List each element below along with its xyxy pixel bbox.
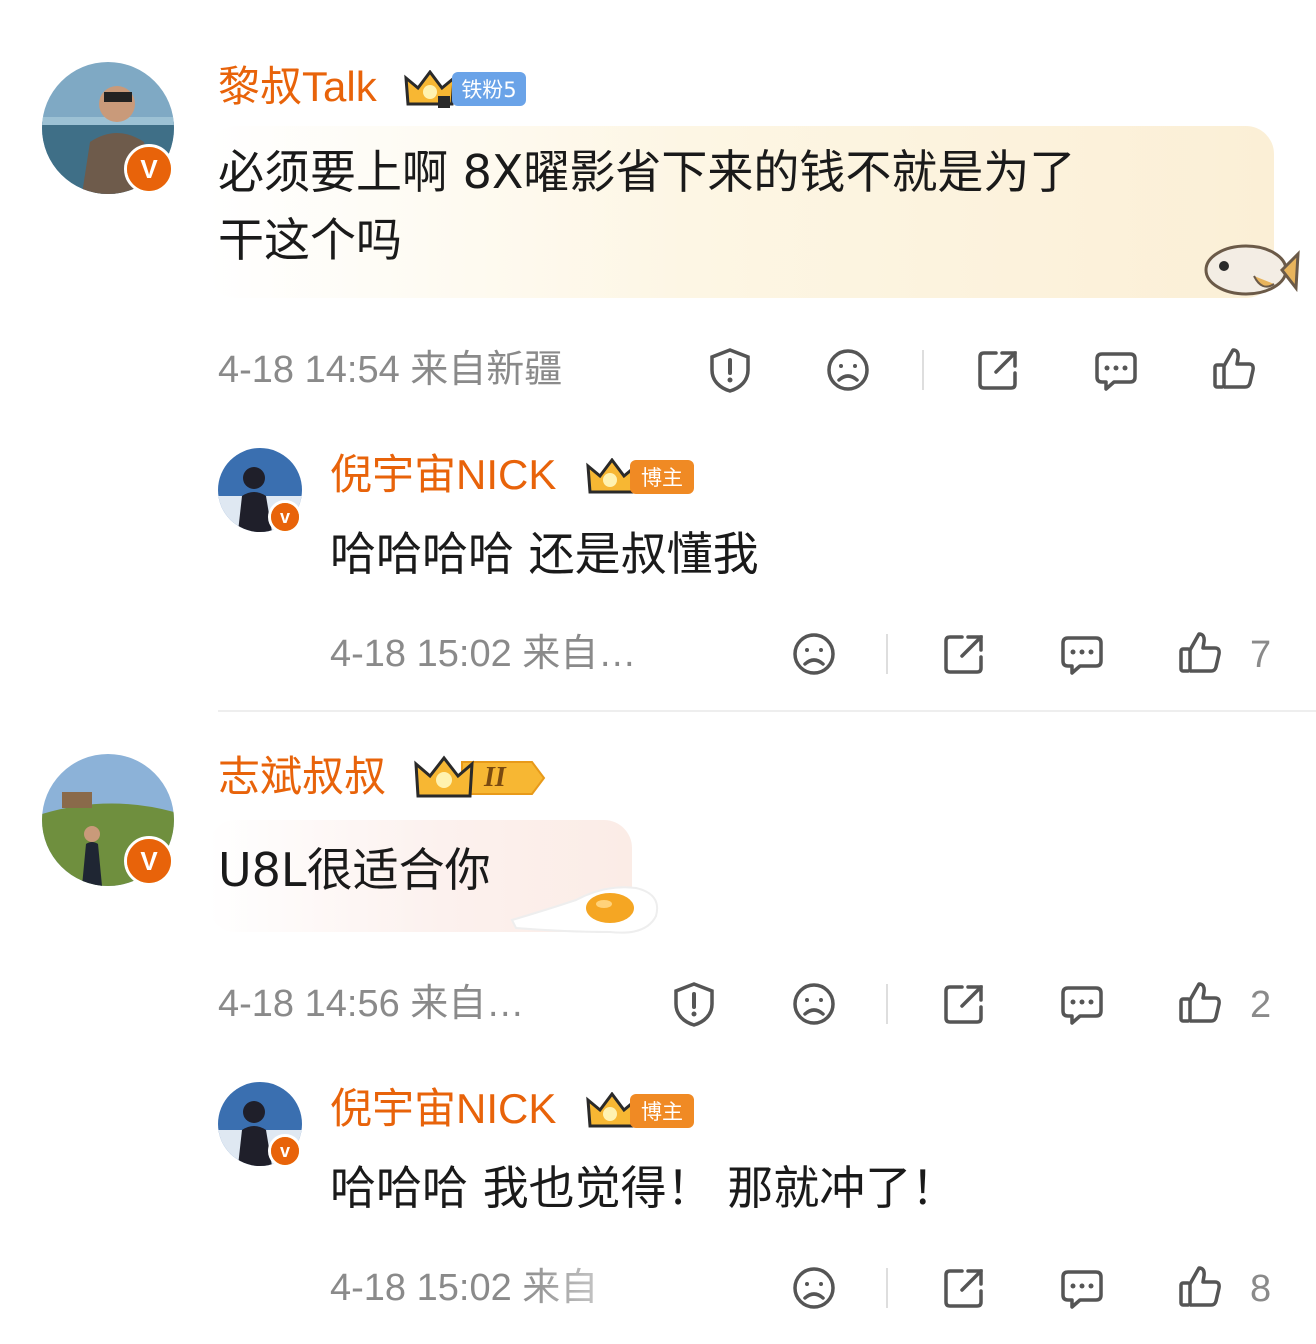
author-badge: 博主 <box>630 460 694 494</box>
comment-meta: 4-18 14:54 来自新疆 <box>218 349 563 391</box>
dislike-icon[interactable] <box>790 980 838 1028</box>
dislike-icon[interactable] <box>790 1264 838 1312</box>
dislike-icon[interactable] <box>824 346 872 394</box>
verified-v-icon: V <box>124 836 174 886</box>
fade-overlay <box>520 1262 800 1322</box>
comment-meta: 4-18 14:56 来自… <box>218 983 525 1025</box>
like-icon[interactable] <box>1176 978 1224 1026</box>
divider <box>922 350 924 390</box>
reply-text: 哈哈哈 我也觉得！ 那就冲了！ <box>330 1161 958 1215</box>
share-icon[interactable] <box>940 630 988 678</box>
username[interactable]: 黎叔Talk <box>218 62 377 112</box>
report-icon[interactable] <box>670 980 718 1028</box>
comment-icon[interactable] <box>1058 630 1106 678</box>
crown-icon <box>404 69 456 110</box>
divider <box>886 634 888 674</box>
comment-divider <box>218 710 1316 712</box>
crown-icon <box>414 754 546 802</box>
egg-sticker-icon <box>506 880 662 940</box>
like-icon[interactable] <box>1176 1262 1224 1310</box>
verified-v-icon: v <box>268 500 302 534</box>
author-badge: 博主 <box>630 1094 694 1128</box>
comment-icon[interactable] <box>1058 1264 1106 1312</box>
like-count: 2 <box>1250 984 1272 1026</box>
verified-v-icon: V <box>124 144 174 194</box>
like-count: 7 <box>1250 634 1272 676</box>
reply-text: 哈哈哈哈 还是叔懂我 <box>330 527 759 581</box>
username[interactable]: 倪宇宙NICK <box>330 450 556 500</box>
comment-text: 必须要上啊 8X曜影省下来的钱不就是为了 <box>218 145 1076 199</box>
fish-sticker-icon <box>1200 236 1300 304</box>
report-icon[interactable] <box>706 346 754 394</box>
comment-icon[interactable] <box>1058 980 1106 1028</box>
username[interactable]: 志斌叔叔 <box>218 752 386 802</box>
reply-meta: 4-18 15:02 来自… <box>330 633 637 675</box>
comment-text: 干这个吗 <box>218 213 402 267</box>
divider <box>886 984 888 1024</box>
share-icon[interactable] <box>940 1264 988 1312</box>
divider <box>886 1268 888 1308</box>
verified-v-icon: v <box>268 1134 302 1168</box>
share-icon[interactable] <box>940 980 988 1028</box>
like-icon[interactable] <box>1210 344 1258 392</box>
username[interactable]: 倪宇宙NICK <box>330 1084 556 1134</box>
dislike-icon[interactable] <box>790 630 838 678</box>
level-badge: II <box>484 762 506 793</box>
like-count: 8 <box>1250 1268 1272 1310</box>
share-icon[interactable] <box>974 346 1022 394</box>
like-icon[interactable] <box>1176 628 1224 676</box>
fan-badge: 铁粉5 <box>452 72 526 106</box>
comment-icon[interactable] <box>1092 346 1140 394</box>
comment-text: U8L很适合你 <box>218 843 491 897</box>
